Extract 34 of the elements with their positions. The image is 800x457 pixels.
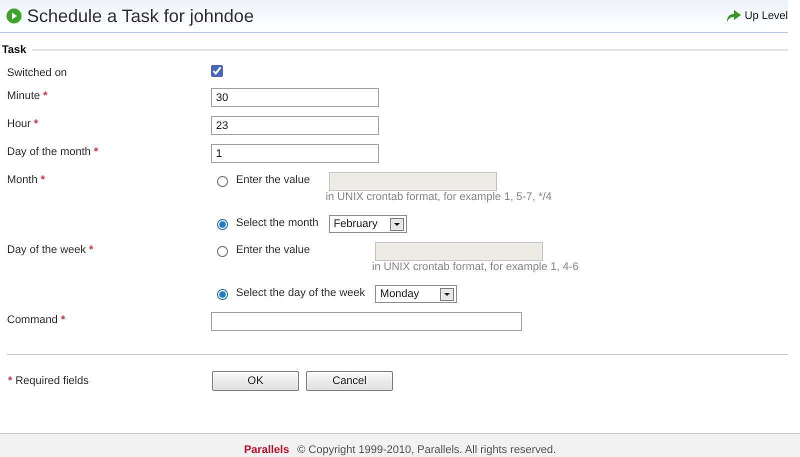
brand-logo: Parallels [244, 444, 290, 456]
radio-button[interactable] [217, 219, 228, 230]
option-label: Select the day of the week [236, 287, 366, 299]
radio-button[interactable] [217, 289, 228, 300]
page-title: Schedule a Task for johndoe [27, 6, 254, 26]
field-label: Month * [7, 174, 45, 186]
dropdown[interactable]: Monday [375, 285, 458, 303]
field-label: Day of the month * [7, 146, 98, 158]
form-button[interactable]: OK [212, 371, 299, 391]
input-field[interactable] [211, 312, 522, 331]
checkbox[interactable] [211, 65, 223, 77]
field-label: Day of the week * [7, 244, 94, 256]
field-label: Switched on [7, 67, 67, 79]
field-label: Hour * [7, 118, 38, 130]
required-note: * Required fields [8, 375, 89, 387]
input-field[interactable]: 30 [211, 88, 379, 107]
field-label: Minute * [7, 90, 48, 102]
copyright-text: © Copyright 1999-2010, Parallels. All rights reserved. [297, 444, 556, 456]
up-level-link[interactable]: Up Level [726, 9, 788, 23]
radio-button[interactable] [217, 176, 228, 187]
field-label: Command * [7, 314, 66, 326]
input-field[interactable]: 1 [211, 144, 379, 163]
option-label: Select the month [236, 217, 319, 229]
dropdown[interactable]: February [328, 215, 407, 233]
section-title: Task [2, 44, 26, 56]
form-button[interactable]: Cancel [306, 371, 393, 391]
format-hint: in UNIX crontab format, for example 1, 4-6 [372, 261, 579, 273]
option-label: Enter the value [236, 244, 310, 256]
up-arrow-icon [726, 9, 742, 23]
input-field[interactable]: 23 [211, 116, 379, 135]
option-label: Enter the value [236, 174, 310, 186]
radio-button[interactable] [217, 246, 228, 257]
format-hint: in UNIX crontab format, for example 1, 5-7, */4 [326, 191, 552, 203]
play-icon [6, 8, 22, 24]
